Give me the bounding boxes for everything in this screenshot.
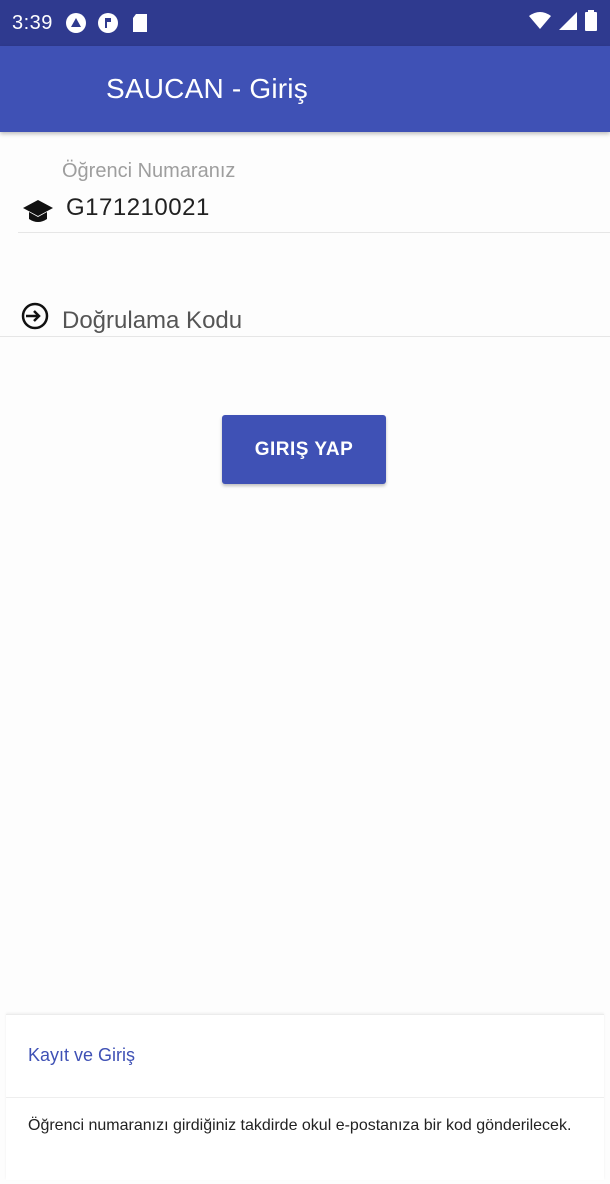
student-number-underline xyxy=(18,232,610,233)
login-screen: 3:39 SAUCAN - Giriş Öğrenci Numaranız G1… xyxy=(0,0,610,1184)
battery-icon xyxy=(584,9,598,37)
student-number-input[interactable]: G171210021 xyxy=(66,194,210,222)
wifi-icon xyxy=(528,11,552,36)
student-number-label: Öğrenci Numaranız xyxy=(62,160,236,182)
sd-card-icon xyxy=(129,12,151,34)
app-title: SAUCAN - Giriş xyxy=(106,73,308,104)
status-time: 3:39 xyxy=(12,11,53,34)
sync-icon xyxy=(97,12,119,34)
info-card: Kayıt ve Giriş Öğrenci numaranızı girdiğ… xyxy=(6,1014,604,1180)
login-button[interactable]: GIRIŞ YAP xyxy=(222,415,386,484)
register-login-link[interactable]: Kayıt ve Giriş xyxy=(28,1045,135,1066)
status-right xyxy=(528,9,598,37)
info-text: Öğrenci numaranızı girdiğiniz takdirde o… xyxy=(28,1117,572,1134)
graduation-cap-icon xyxy=(22,198,54,226)
signal-icon xyxy=(558,11,578,36)
card-divider xyxy=(6,1097,604,1098)
student-number-field[interactable]: Öğrenci Numaranız G171210021 xyxy=(0,150,610,236)
login-icon xyxy=(20,301,50,331)
verification-code-field[interactable]: Doğrulama Kodu xyxy=(0,295,610,341)
verification-code-input[interactable]: Doğrulama Kodu xyxy=(62,307,242,335)
vpn-icon xyxy=(65,12,87,34)
verification-code-underline xyxy=(0,336,610,337)
status-bar: 3:39 xyxy=(0,0,610,46)
app-bar: SAUCAN - Giriş xyxy=(0,46,610,132)
